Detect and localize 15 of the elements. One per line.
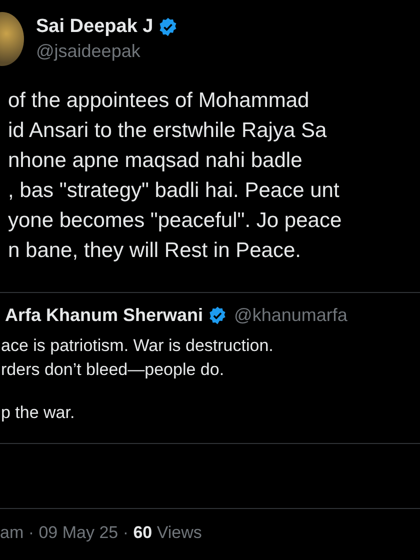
quoted-text-line: p the war. <box>1 402 76 424</box>
tweet-text-line: yone becomes "peaceful". Jo peace <box>8 208 343 234</box>
tweet-text-line: id Ansari to the erstwhile Rajya Sa <box>8 118 328 144</box>
tweet-text-line: , bas "strategy" badli hai. Peace unt <box>8 178 340 204</box>
quoted-tweet-card[interactable]: Arfa Khanum Sherwani @khanumarfa ace is patriotism. War is destruction. rders don’t bleed—people do. p the war. <box>0 292 420 444</box>
tweet-text-line: of the appointees of Mohammad <box>8 88 310 114</box>
tweet-text-line: nhone apne maqsad nahi badle <box>8 148 304 174</box>
quoted-author-name: Arfa Khanum Sherwani <box>5 305 204 326</box>
tweet-meta: am · 09 May 25 · 60 Views <box>0 522 203 543</box>
quoted-text-line: ace is patriotism. War is destruction. <box>1 335 274 357</box>
author-name[interactable]: Sai Deepak J <box>36 16 154 38</box>
author-handle[interactable]: @jsaideepak <box>36 41 178 62</box>
quoted-text-line: rders don’t bleed—people do. <box>1 359 226 381</box>
quoted-author-handle: @khanumarfa <box>234 305 348 326</box>
tweet-text-line: n bane, they will Rest in Peace. <box>8 238 302 264</box>
